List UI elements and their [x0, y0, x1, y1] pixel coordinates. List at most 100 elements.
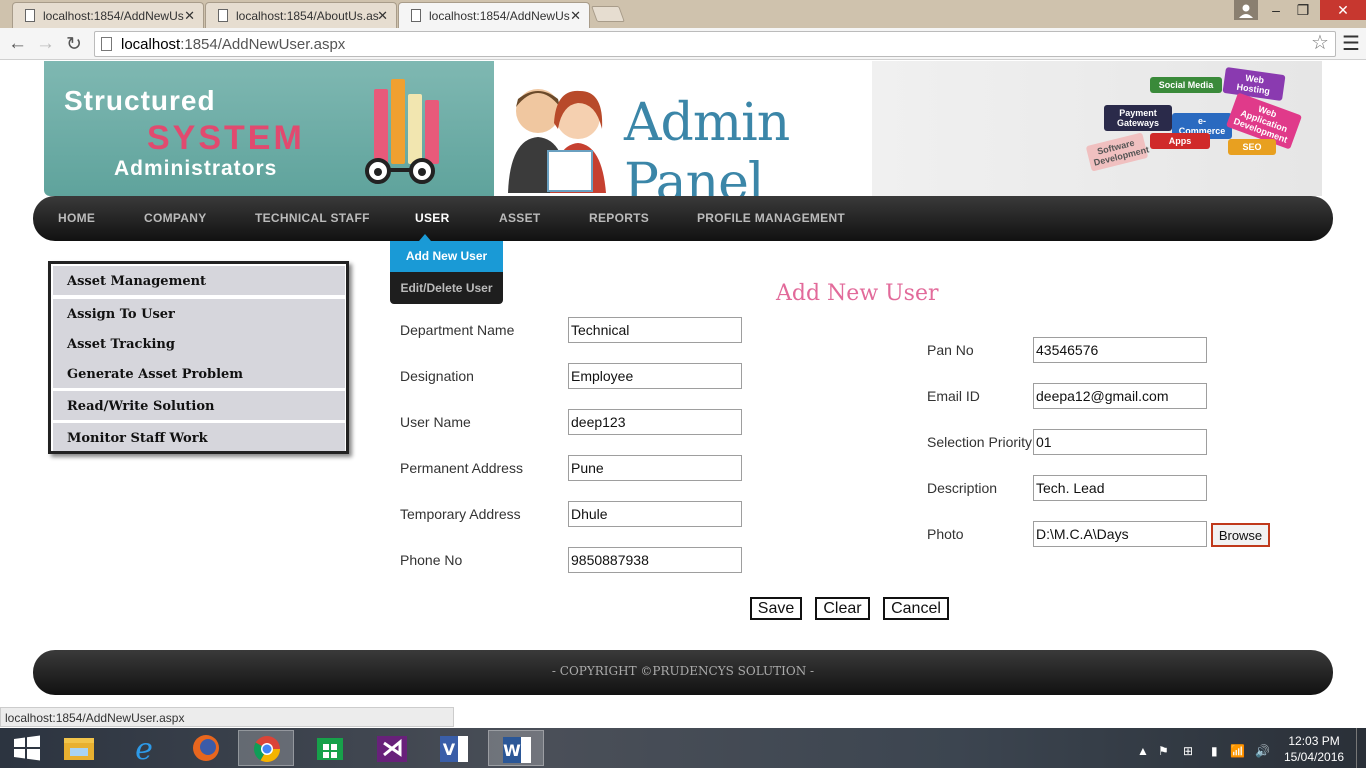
sign-payment-gateways: Payment Gateways — [1104, 105, 1172, 131]
sign-software-dev: Software Development — [1085, 132, 1150, 172]
panel-title: Admin Panel — [624, 93, 790, 213]
volume-icon[interactable]: 🔊 — [1255, 744, 1270, 758]
new-tab-button[interactable] — [591, 6, 625, 22]
close-tab-icon[interactable]: ✕ — [570, 8, 581, 24]
clock-date: 15/04/2016 — [1284, 750, 1345, 764]
submenu-caret — [419, 234, 431, 241]
internet-explorer-icon[interactable]: e — [116, 730, 172, 767]
designation-input[interactable] — [568, 363, 742, 389]
back-arrow-icon[interactable]: ← — [8, 33, 27, 55]
svg-text:V: V — [443, 740, 456, 759]
url-text: localhost:1854/AddNewUser.aspx — [121, 36, 346, 53]
glasses-icon — [365, 158, 435, 184]
sidebar-item-assign-to-user[interactable]: Assign To User — [53, 299, 345, 329]
sidebar-item-asset-management[interactable]: Asset Management — [53, 266, 345, 296]
windows-icon[interactable]: ⊞ — [1183, 744, 1193, 758]
permanent-address-input[interactable] — [568, 455, 742, 481]
user-name-input[interactable] — [568, 409, 742, 435]
battery-icon[interactable]: ▮ — [1211, 744, 1218, 758]
temporary-address-input[interactable] — [568, 501, 742, 527]
browser-tab-2[interactable]: localhost:1854/AboutUs.as ✕ — [205, 2, 397, 28]
tab-label: localhost:1854/AboutUs.as — [236, 9, 379, 23]
sidebar-item-asset-tracking[interactable]: Asset Tracking — [53, 329, 345, 359]
flag-icon[interactable]: ⚑ — [1158, 744, 1169, 758]
chrome-icon[interactable] — [238, 730, 294, 766]
sidebar-item-monitor-staff-work[interactable]: Monitor Staff Work — [53, 423, 345, 451]
cancel-button[interactable]: Cancel — [883, 597, 949, 620]
menu-icon[interactable]: ☰ — [1342, 31, 1360, 56]
tab-label: localhost:1854/AddNewUs — [43, 9, 184, 23]
tray-up-arrow-icon[interactable]: ▲ — [1137, 744, 1149, 758]
close-tab-icon[interactable]: ✕ — [184, 8, 195, 24]
phone-no-label: Phone No — [400, 552, 463, 568]
svg-text:e: e — [135, 732, 153, 766]
start-icon[interactable] — [0, 730, 56, 766]
submenu-edit-delete-user[interactable]: Edit/Delete User — [390, 272, 503, 304]
page-icon — [411, 9, 421, 22]
sign-web-hosting: Web Hosting — [1222, 66, 1286, 102]
clock-time: 12:03 PM — [1288, 734, 1340, 748]
reload-icon[interactable]: ↻ — [66, 33, 82, 56]
forward-arrow-icon[interactable]: → — [36, 33, 55, 55]
nav-user[interactable]: USER — [415, 211, 450, 225]
photo-file-input[interactable] — [1033, 521, 1207, 547]
main-nav: HOME COMPANY TECHNICAL STAFF USER ASSET … — [33, 196, 1333, 241]
nav-asset[interactable]: ASSET — [499, 211, 541, 225]
selection-priority-input[interactable] — [1033, 429, 1207, 455]
bookmark-star-icon[interactable]: ☆ — [1311, 30, 1329, 55]
nav-home[interactable]: HOME — [58, 211, 95, 225]
browser-tab-bar: localhost:1854/AddNewUs ✕ localhost:1854… — [0, 0, 1366, 28]
user-profile-icon[interactable] — [1234, 0, 1258, 20]
clear-button[interactable]: Clear — [815, 597, 870, 620]
nav-profile-management[interactable]: PROFILE MANAGEMENT — [697, 211, 845, 225]
sidebar-item-read-write-solution[interactable]: Read/Write Solution — [53, 391, 345, 421]
logo-line-2: SYSTEM — [147, 119, 305, 157]
firefox-icon[interactable] — [178, 730, 234, 766]
pan-no-input[interactable] — [1033, 337, 1207, 363]
close-tab-icon[interactable]: ✕ — [377, 8, 388, 24]
save-button[interactable]: Save — [750, 597, 802, 620]
nav-reports[interactable]: REPORTS — [589, 211, 649, 225]
browse-button[interactable]: Browse — [1211, 523, 1270, 547]
pan-no-label: Pan No — [927, 342, 974, 358]
logo-panel: Structured SYSTEM Administrators — [44, 61, 494, 196]
page-icon — [101, 37, 112, 51]
restore-icon[interactable]: ❐ — [1293, 0, 1313, 20]
department-name-input[interactable] — [568, 317, 742, 343]
submenu-add-new-user[interactable]: Add New User — [390, 241, 503, 272]
show-desktop-button[interactable] — [1356, 728, 1366, 768]
network-icon[interactable]: 📶 — [1230, 744, 1245, 758]
email-id-input[interactable] — [1033, 383, 1207, 409]
admin-panel-header: Admin Panel — [494, 61, 872, 213]
nav-company[interactable]: COMPANY — [144, 211, 207, 225]
page-icon — [25, 9, 35, 22]
browser-tab-1[interactable]: localhost:1854/AddNewUs ✕ — [12, 2, 204, 28]
selection-priority-label: Selection Priority — [927, 434, 1033, 450]
copyright-text: - COPYRIGHT ©PRUDENCYS SOLUTION - — [551, 664, 815, 678]
system-clock[interactable]: 12:03 PM 15/04/2016 — [1284, 733, 1344, 765]
tab-label: localhost:1854/AddNewUs — [429, 9, 570, 23]
phone-no-input[interactable] — [568, 547, 742, 573]
store-icon[interactable] — [302, 730, 358, 766]
page-icon — [218, 9, 228, 22]
url-input[interactable]: localhost:1854/AddNewUser.aspx — [94, 31, 1336, 57]
description-input[interactable] — [1033, 475, 1207, 501]
photo-label: Photo — [927, 526, 964, 542]
sign-social-media: Social Media — [1150, 77, 1222, 93]
services-signs-panel: Social Media Web Hosting Payment Gateway… — [872, 61, 1322, 196]
file-explorer-icon[interactable] — [52, 730, 108, 766]
minimize-icon[interactable]: – — [1266, 0, 1286, 20]
nav-technical-staff[interactable]: TECHNICAL STAFF — [255, 211, 370, 225]
status-bar-url: localhost:1854/AddNewUser.aspx — [0, 707, 454, 727]
sidebar-menu: Asset Management Assign To User Asset Tr… — [48, 261, 349, 454]
description-label: Description — [927, 480, 998, 496]
sign-seo: SEO — [1228, 139, 1276, 155]
visual-studio-icon[interactable] — [364, 730, 420, 766]
sidebar-item-generate-asset-problem[interactable]: Generate Asset Problem — [53, 359, 345, 389]
visio-icon[interactable]: V — [426, 730, 482, 766]
word-icon[interactable]: W — [488, 730, 544, 766]
browser-tab-3[interactable]: localhost:1854/AddNewUs ✕ — [398, 2, 590, 28]
site-banner: Structured SYSTEM Administrators Admin P… — [44, 61, 1322, 213]
close-window-icon[interactable]: ✕ — [1320, 0, 1366, 20]
page-title: Add New User — [776, 281, 939, 306]
